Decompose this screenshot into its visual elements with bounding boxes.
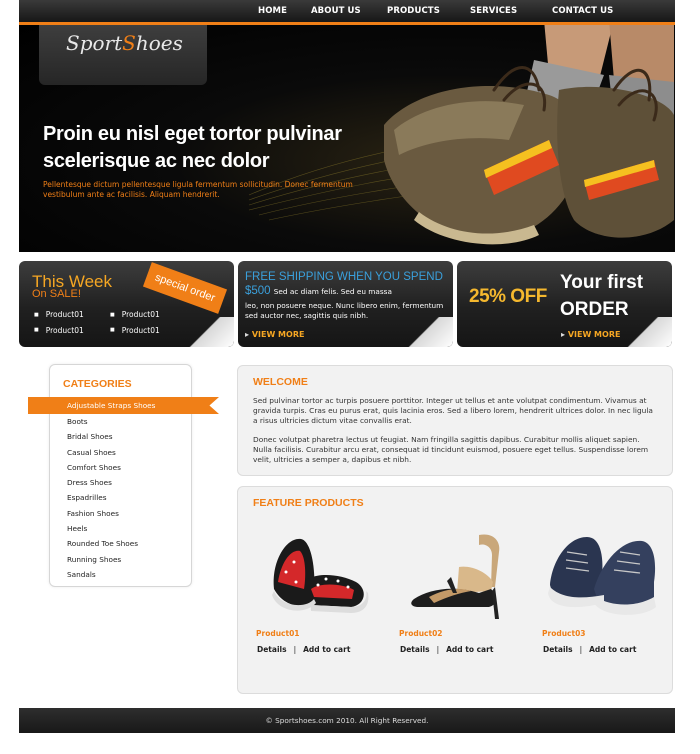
- product-image-gold-heels[interactable]: [399, 527, 519, 622]
- site-logo[interactable]: SportShoes: [66, 31, 183, 55]
- categories-sidebar: CATEGORIES Adjustable Straps Shoes Boots…: [28, 364, 219, 587]
- category-item-dress-shoes[interactable]: Dress Shoes: [50, 475, 191, 490]
- category-item-espadrilles[interactable]: Espadrilles: [50, 490, 191, 505]
- product-actions: Details | Add to cart: [257, 645, 350, 654]
- logo-plate: SportShoes: [39, 25, 207, 85]
- hero-title: Proin eu nisl eget tortor pulvinar scele…: [43, 123, 342, 172]
- nav-about-us[interactable]: ABOUT US: [311, 6, 361, 16]
- welcome-panel: WELCOME Sed pulvinar tortor ac turpis po…: [237, 365, 673, 476]
- category-item-casual-shoes[interactable]: Casual Shoes: [50, 445, 191, 460]
- promo-free-shipping[interactable]: FREE SHIPPING WHEN YOU SPEND $500 Sed ac…: [238, 261, 453, 347]
- product-details-link[interactable]: Details: [400, 645, 430, 654]
- featured-products-panel: FEATURE PRODUCTS Product01 Details | Add t…: [237, 486, 673, 694]
- product-card: Product02 Details | Add to cart: [399, 527, 519, 667]
- hero-banner: SportShoes Proin eu nisl eget tortor pul…: [19, 25, 675, 252]
- promo-product-link[interactable]: Product01: [34, 323, 84, 339]
- free-shipping-inline-text: Sed ac diam felis. Sed eu massa: [273, 287, 392, 296]
- add-to-cart-link[interactable]: Add to cart: [589, 645, 636, 654]
- featured-products-title: FEATURE PRODUCTS: [253, 497, 364, 509]
- view-more-link[interactable]: VIEW MORE: [561, 330, 621, 339]
- add-to-cart-link[interactable]: Add to cart: [303, 645, 350, 654]
- promo-product-link[interactable]: Product01: [110, 307, 160, 323]
- category-item-fashion-shoes[interactable]: Fashion Shoes: [50, 506, 191, 521]
- product-name[interactable]: Product03: [542, 629, 586, 638]
- product-image-polka-dot-flats[interactable]: [256, 527, 376, 622]
- product-actions: Details | Add to cart: [400, 645, 493, 654]
- nav-home[interactable]: HOME: [258, 6, 287, 16]
- promo-product-list-right: Product01 Product01: [110, 307, 160, 338]
- welcome-paragraph-2: Donec volutpat pharetra lectus ut feugia…: [253, 435, 649, 464]
- hero-subtitle: Pellentesque dictum pellentesque ligula …: [43, 180, 353, 199]
- actions-separator: |: [436, 645, 440, 654]
- discount-percent: 25% OFF: [469, 286, 547, 307]
- logo-text-accent: S: [122, 31, 136, 55]
- product-name[interactable]: Product01: [256, 629, 300, 638]
- page-curl-decoration: [393, 317, 453, 347]
- category-item-sandals[interactable]: Sandals: [50, 567, 191, 582]
- actions-separator: |: [579, 645, 583, 654]
- promo-product-list-left: Product01 Product01: [34, 307, 84, 338]
- product-actions: Details | Add to cart: [543, 645, 636, 654]
- product-details-link[interactable]: Details: [257, 645, 287, 654]
- promo-on-sale-label: On SALE!: [32, 288, 81, 300]
- welcome-paragraph-1: Sed pulvinar tortor ac turpis posuere po…: [253, 396, 653, 425]
- logo-text-part1: Sport: [66, 31, 123, 55]
- logo-text-part3: hoes: [135, 31, 183, 55]
- category-item-adjustable-straps-shoes[interactable]: Adjustable Straps Shoes: [28, 397, 219, 414]
- category-item-rounded-toe-shoes[interactable]: Rounded Toe Shoes: [50, 536, 191, 551]
- welcome-title: WELCOME: [253, 376, 308, 388]
- main-nav: HOME ABOUT US PRODUCTS SERVICES CONTACT …: [19, 0, 675, 22]
- category-item-running-shoes[interactable]: Running Shoes: [50, 552, 191, 567]
- category-item-heels[interactable]: Heels: [50, 521, 191, 536]
- copyright-text: © Sportshoes.com 2010. All Right Reserve…: [265, 716, 429, 725]
- hero-sneakers-image: [384, 25, 674, 245]
- product-name[interactable]: Product02: [399, 629, 443, 638]
- product-image-navy-sneakers[interactable]: [542, 527, 662, 622]
- promo-product-link[interactable]: Product01: [34, 307, 84, 323]
- add-to-cart-link[interactable]: Add to cart: [446, 645, 493, 654]
- site-footer: © Sportshoes.com 2010. All Right Reserve…: [19, 708, 675, 733]
- nav-services[interactable]: SERVICES: [470, 6, 517, 16]
- category-item-bridal-shoes[interactable]: Bridal Shoes: [50, 429, 191, 444]
- category-item-comfort-shoes[interactable]: Comfort Shoes: [50, 460, 191, 475]
- category-item-boots[interactable]: Boots: [50, 414, 191, 429]
- view-more-link[interactable]: VIEW MORE: [245, 330, 305, 339]
- free-shipping-heading: FREE SHIPPING WHEN YOU SPEND $500 Sed ac…: [245, 270, 450, 299]
- promo-first-order-discount[interactable]: 25% OFF Your first ORDER VIEW MORE: [457, 261, 672, 347]
- categories-list: Adjustable Straps Shoes Boots Bridal Sho…: [28, 397, 219, 582]
- nav-contact-us[interactable]: CONTACT US: [552, 6, 613, 16]
- top-navigation-bar: HOME ABOUT US PRODUCTS SERVICES CONTACT …: [19, 0, 675, 25]
- product-card: Product01 Details | Add to cart: [256, 527, 376, 667]
- first-order-title: Your first ORDER: [560, 272, 644, 320]
- actions-separator: |: [293, 645, 297, 654]
- page-curl-decoration: [174, 317, 234, 347]
- promo-this-week-sale[interactable]: This Week On SALE! special order Product…: [19, 261, 234, 347]
- nav-products[interactable]: PRODUCTS: [387, 6, 440, 16]
- categories-title: CATEGORIES: [63, 378, 132, 390]
- promo-product-link[interactable]: Product01: [110, 323, 160, 339]
- product-card: Product03 Details | Add to cart: [542, 527, 662, 667]
- product-details-link[interactable]: Details: [543, 645, 573, 654]
